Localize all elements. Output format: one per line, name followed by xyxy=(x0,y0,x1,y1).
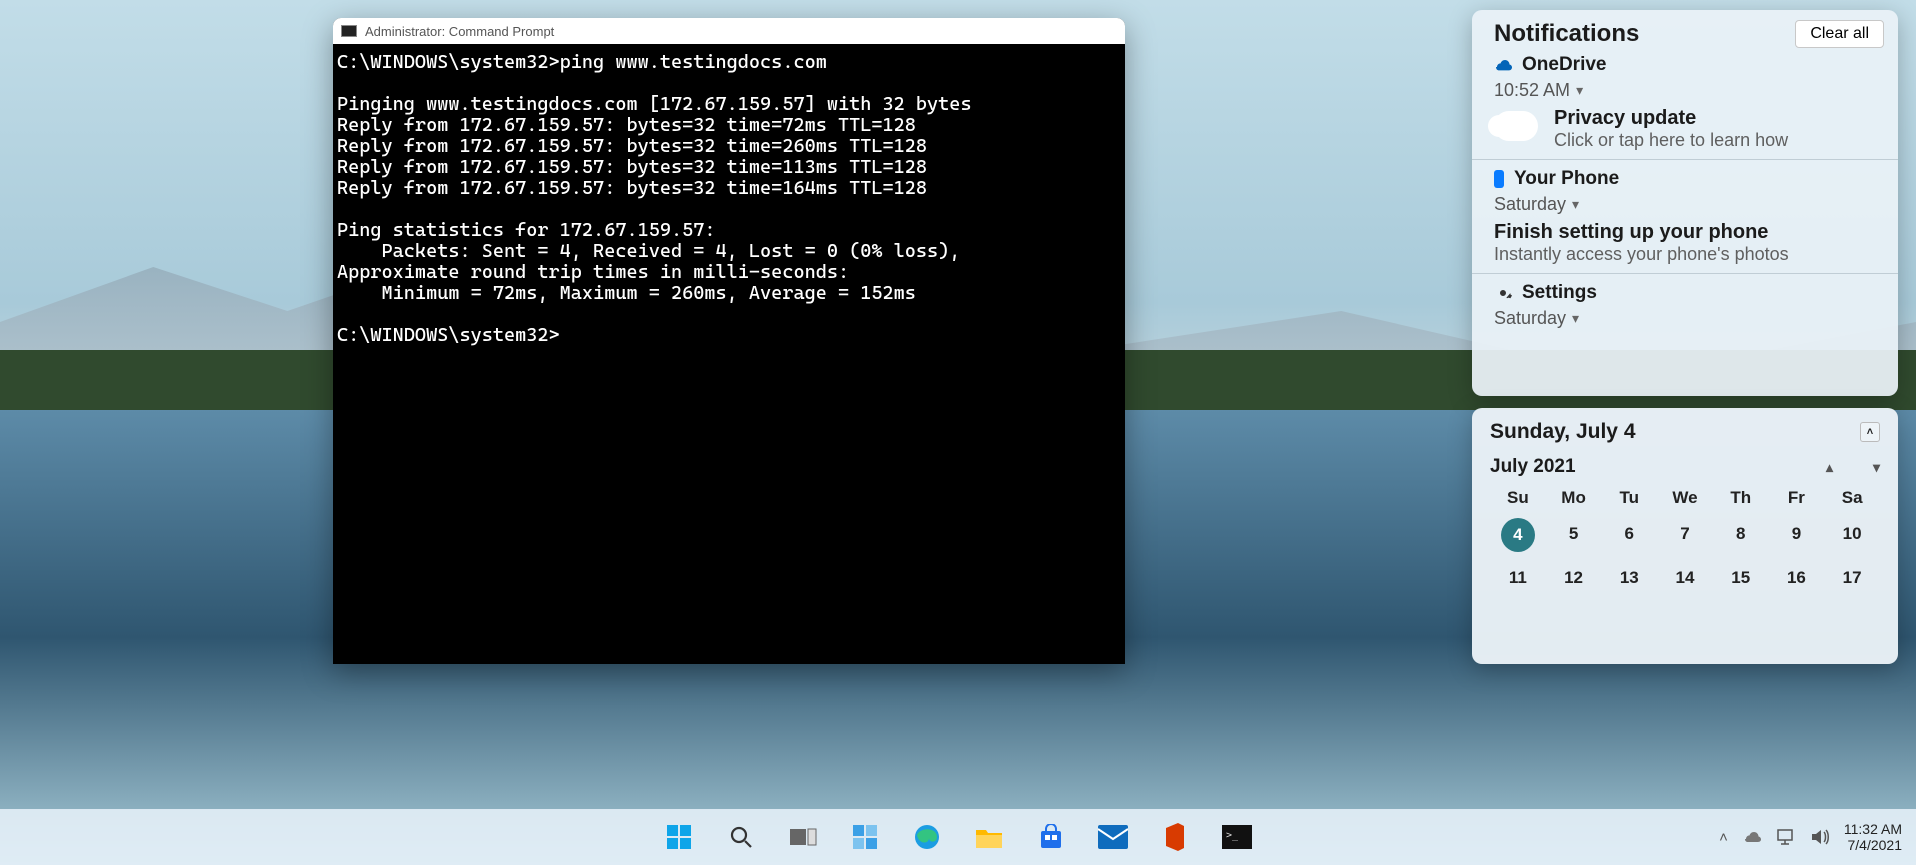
command-prompt-icon xyxy=(341,25,357,37)
calendar-next-button[interactable]: ▾ xyxy=(1873,459,1880,476)
tray-onedrive-icon[interactable] xyxy=(1742,830,1762,844)
chevron-down-icon: ▾ xyxy=(1572,196,1579,213)
calendar-day[interactable]: 11 xyxy=(1490,562,1546,594)
command-prompt-window[interactable]: Administrator: Command Prompt C:\WINDOWS… xyxy=(333,18,1125,664)
taskbar-tray: ˄ 11:32 AM 7/4/2021 xyxy=(1719,821,1902,853)
calendar-day[interactable]: 15 xyxy=(1713,562,1769,594)
widgets-button[interactable] xyxy=(848,820,882,854)
explorer-button[interactable] xyxy=(972,820,1006,854)
calendar-grid: SuMoTuWeThFrSa 45678910 11121314151617 xyxy=(1490,488,1880,594)
calendar-today-label: Sunday, July 4 xyxy=(1490,420,1636,444)
calendar-day[interactable]: 12 xyxy=(1546,562,1602,594)
calendar-day[interactable]: 6 xyxy=(1601,518,1657,552)
notification-app-label: Your Phone xyxy=(1514,168,1619,190)
notification-time[interactable]: Saturday ▾ xyxy=(1494,308,1884,329)
notification-item-phone[interactable]: Finish setting up your phone Instantly a… xyxy=(1494,221,1884,265)
chevron-down-icon: ▾ xyxy=(1576,82,1583,99)
chevron-down-icon: ▾ xyxy=(1572,310,1579,327)
taskbar-center: >_ xyxy=(662,820,1254,854)
taskbar-clock[interactable]: 11:32 AM 7/4/2021 xyxy=(1844,821,1902,853)
mail-button[interactable] xyxy=(1096,820,1130,854)
notification-subtitle: Click or tap here to learn how xyxy=(1554,130,1788,151)
svg-text:>_: >_ xyxy=(1226,830,1239,841)
tray-overflow-button[interactable]: ˄ xyxy=(1719,829,1728,846)
taskview-button[interactable] xyxy=(786,820,820,854)
start-button[interactable] xyxy=(662,820,696,854)
search-button[interactable] xyxy=(724,820,758,854)
notification-group-onedrive[interactable]: OneDrive xyxy=(1494,54,1884,76)
store-button[interactable] xyxy=(1034,820,1068,854)
calendar-dow: Su xyxy=(1490,488,1546,508)
calendar-dow: We xyxy=(1657,488,1713,508)
command-prompt-output[interactable]: C:\WINDOWS\system32>ping www.testingdocs… xyxy=(333,44,1125,354)
calendar-prev-button[interactable]: ▴ xyxy=(1826,459,1833,476)
calendar-dow: Th xyxy=(1713,488,1769,508)
calendar-month-label[interactable]: July 2021 xyxy=(1490,456,1576,478)
terminal-button[interactable]: >_ xyxy=(1220,820,1254,854)
calendar-day[interactable]: 5 xyxy=(1546,518,1602,552)
notification-group-yourphone[interactable]: Your Phone xyxy=(1494,168,1884,190)
calendar-day[interactable]: 13 xyxy=(1601,562,1657,594)
clear-all-button[interactable]: Clear all xyxy=(1795,20,1884,48)
cloud-icon xyxy=(1494,111,1538,141)
calendar-day[interactable]: 14 xyxy=(1657,562,1713,594)
calendar-dow: Mo xyxy=(1546,488,1602,508)
calendar-day[interactable]: 7 xyxy=(1657,518,1713,552)
command-prompt-titlebar[interactable]: Administrator: Command Prompt xyxy=(333,18,1125,44)
calendar-day[interactable]: 8 xyxy=(1713,518,1769,552)
taskbar-time: 11:32 AM xyxy=(1844,821,1902,837)
gear-icon xyxy=(1494,284,1512,302)
notification-app-label: Settings xyxy=(1522,282,1597,304)
onedrive-icon xyxy=(1494,56,1512,74)
office-button[interactable] xyxy=(1158,820,1192,854)
tray-volume-icon[interactable] xyxy=(1810,828,1830,846)
taskbar: >_ ˄ 11:32 AM 7/4/2021 xyxy=(0,809,1916,865)
notification-title: Privacy update xyxy=(1554,107,1788,130)
divider xyxy=(1472,273,1898,274)
notification-subtitle: Instantly access your phone's photos xyxy=(1494,244,1884,265)
notification-group-settings[interactable]: Settings xyxy=(1494,282,1884,304)
calendar-day[interactable]: 4 xyxy=(1501,518,1535,552)
calendar-dow: Tu xyxy=(1601,488,1657,508)
calendar-panel: Sunday, July 4 ˄ July 2021 ▴ ▾ SuMoTuWeT… xyxy=(1472,408,1898,664)
notification-time[interactable]: Saturday ▾ xyxy=(1494,194,1884,215)
edge-button[interactable] xyxy=(910,820,944,854)
calendar-dow: Sa xyxy=(1824,488,1880,508)
command-prompt-title: Administrator: Command Prompt xyxy=(365,24,554,39)
tray-network-icon[interactable] xyxy=(1776,828,1796,846)
calendar-day[interactable]: 16 xyxy=(1769,562,1825,594)
calendar-day[interactable]: 9 xyxy=(1769,518,1825,552)
notifications-panel: Notifications Clear all OneDrive 10:52 A… xyxy=(1472,10,1898,396)
calendar-dow: Fr xyxy=(1769,488,1825,508)
notification-title: Finish setting up your phone xyxy=(1494,221,1884,244)
notification-time[interactable]: 10:52 AM ▾ xyxy=(1494,80,1884,101)
notifications-heading: Notifications xyxy=(1494,20,1639,48)
phone-icon xyxy=(1494,170,1504,188)
notification-item-privacy[interactable]: Privacy update Click or tap here to lear… xyxy=(1494,107,1884,151)
taskbar-date: 7/4/2021 xyxy=(1844,837,1902,853)
notification-app-label: OneDrive xyxy=(1522,54,1606,76)
calendar-day[interactable]: 10 xyxy=(1824,518,1880,552)
divider xyxy=(1472,159,1898,160)
calendar-collapse-button[interactable]: ˄ xyxy=(1860,422,1880,442)
calendar-day[interactable]: 17 xyxy=(1824,562,1880,594)
